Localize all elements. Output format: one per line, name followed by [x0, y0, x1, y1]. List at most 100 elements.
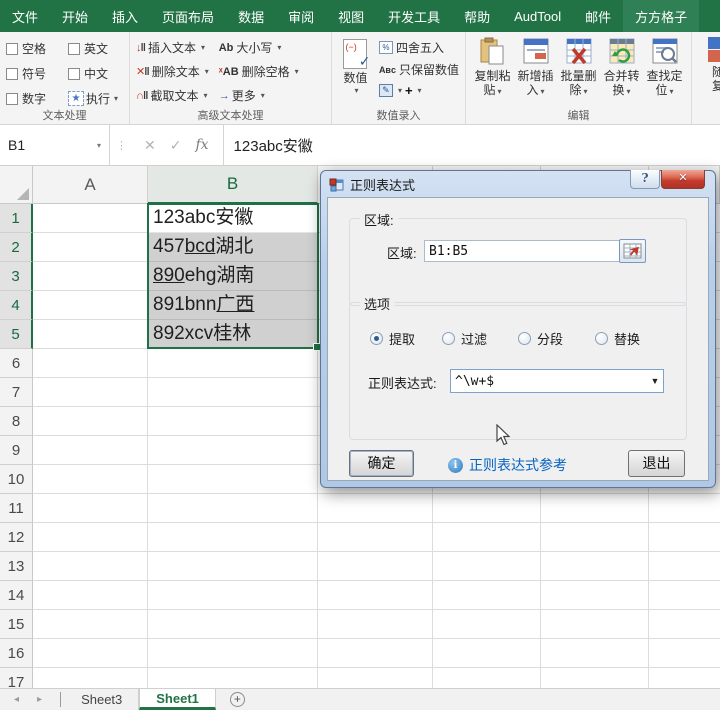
cancel-entry-icon[interactable]: ✕: [144, 137, 156, 154]
row-header[interactable]: 16: [0, 639, 33, 668]
checkbox-icon: [6, 92, 18, 105]
row-header[interactable]: 6: [0, 349, 33, 378]
name-box[interactable]: B1 ▾: [0, 125, 110, 165]
cell-b2[interactable]: 457bcd湖北: [148, 233, 318, 262]
insert-function-button[interactable]: fx: [195, 137, 208, 153]
regex-input[interactable]: [451, 370, 647, 392]
chevron-down-icon: ▾: [96, 140, 101, 150]
tab-home[interactable]: 开始: [50, 0, 100, 32]
delete-text-button[interactable]: ✕‖ 删除文本 ▾: [136, 63, 209, 80]
exit-button[interactable]: 退出: [628, 450, 685, 477]
chevron-down-icon: ▾: [540, 87, 545, 96]
keep-numbers-button[interactable]: Aʙᴄ 只保留数值: [379, 61, 459, 78]
row-header[interactable]: 17: [0, 668, 33, 688]
sheet-tab-sheet1[interactable]: Sheet1: [139, 689, 216, 710]
button-label: 四舍五入: [395, 41, 444, 55]
tab-mail[interactable]: 邮件: [573, 0, 623, 32]
tab-file[interactable]: 文件: [0, 0, 50, 32]
radio-extract[interactable]: 提取: [370, 329, 415, 348]
numeric-page-icon: (−) ✓: [343, 39, 370, 69]
batch-delete-button[interactable]: 批量删 除 ▾: [558, 37, 599, 99]
row-header[interactable]: 7: [0, 378, 33, 407]
checkbox-icon: [6, 67, 18, 80]
abc-icon: Aʙᴄ: [378, 64, 396, 75]
random-repeat-button[interactable]: 随 复: [698, 37, 720, 93]
change-case-button[interactable]: Ab 大小写 ▾: [219, 39, 299, 56]
next-sheet-icon[interactable]: ▸: [37, 694, 42, 705]
find-locate-button[interactable]: 查找定 位 ▾: [644, 37, 685, 99]
round-button[interactable]: % 四舍五入: [378, 39, 459, 56]
dialog-help-button[interactable]: ?: [630, 170, 660, 189]
row-header[interactable]: 14: [0, 581, 33, 610]
select-all-corner[interactable]: [0, 166, 33, 204]
checkbox-chinese[interactable]: 中文: [68, 65, 126, 82]
cell-b4[interactable]: 891bnn广西: [148, 291, 318, 320]
cell-b1[interactable]: 123abc安徽: [148, 204, 318, 233]
prev-sheet-icon[interactable]: ◂: [14, 694, 19, 705]
row-header[interactable]: 12: [0, 523, 33, 552]
radio-segment[interactable]: 分段: [518, 329, 563, 348]
radio-filter[interactable]: 过滤: [442, 329, 487, 348]
delete-spaces-button[interactable]: ˣAB 删除空格 ▾: [219, 63, 299, 80]
copy-paste-button[interactable]: 复制粘 贴 ▾: [472, 37, 513, 99]
ok-button[interactable]: 确定: [349, 450, 414, 477]
formula-bar-handle[interactable]: ⋮: [110, 139, 134, 152]
merge-convert-button[interactable]: 合并转 换 ▾: [601, 37, 642, 99]
checkbox-symbol[interactable]: 符号: [6, 65, 68, 82]
radio-replace[interactable]: 替换: [595, 329, 640, 348]
column-header-b[interactable]: B: [148, 166, 318, 204]
radio-selected-icon: [370, 332, 383, 345]
confirm-entry-icon[interactable]: ✓: [170, 137, 182, 154]
tab-audtool[interactable]: AudTool: [502, 0, 573, 32]
button-label-line2: 复: [712, 79, 720, 93]
stacked-squares-icon: [708, 37, 720, 62]
ribbon: 空格 英文 符号 中文 数字 ★ 执行 ▾ 文本处理 ↓‖ 插入文本 ▾ ✕‖ …: [0, 32, 720, 125]
chevron-down-icon: ▾: [354, 86, 359, 95]
numeric-value-button[interactable]: (−) ✓ 数值 ▾: [338, 37, 373, 98]
tab-insert[interactable]: 插入: [100, 0, 150, 32]
plus-icon[interactable]: +: [405, 83, 413, 98]
regex-combobox[interactable]: ▼: [450, 369, 664, 393]
tab-data[interactable]: 数据: [226, 0, 276, 32]
checkbox-digit[interactable]: 数字: [6, 90, 68, 107]
row-header[interactable]: 15: [0, 610, 33, 639]
checkbox-label: 英文: [84, 42, 109, 56]
tab-developer[interactable]: 开发工具: [376, 0, 452, 32]
checkbox-english[interactable]: 英文: [68, 40, 126, 57]
row-header[interactable]: 1: [0, 204, 33, 233]
region-input[interactable]: [424, 240, 638, 262]
row-header[interactable]: 4: [0, 291, 33, 320]
row-header[interactable]: 2: [0, 233, 33, 262]
tab-ffcell[interactable]: 方方格子: [623, 0, 700, 32]
cell-b5[interactable]: 892xcv桂林: [148, 320, 318, 349]
row-header[interactable]: 5: [0, 320, 33, 349]
regex-reference-link[interactable]: 正则表达式参考: [469, 455, 567, 475]
checkbox-space[interactable]: 空格: [6, 40, 68, 57]
add-sheet-button[interactable]: +: [216, 689, 259, 710]
more-button[interactable]: → 更多 ▾: [219, 87, 299, 104]
region-groupbox: 区域: 区域:: [349, 210, 687, 306]
column-header-a[interactable]: A: [33, 166, 148, 204]
cell-b3[interactable]: 890ehg湖南: [148, 262, 318, 291]
row-header[interactable]: 3: [0, 262, 33, 291]
execute-button[interactable]: ★ 执行 ▾: [68, 90, 126, 107]
row-header[interactable]: 13: [0, 552, 33, 581]
row-header[interactable]: 9: [0, 436, 33, 465]
tab-review[interactable]: 审阅: [276, 0, 326, 32]
tab-view[interactable]: 视图: [326, 0, 376, 32]
tab-page-layout[interactable]: 页面布局: [150, 0, 226, 32]
insert-text-button[interactable]: ↓‖ 插入文本 ▾: [136, 39, 209, 56]
table-edit-icon[interactable]: ✎: [378, 84, 393, 97]
row-header[interactable]: 8: [0, 407, 33, 436]
chevron-down-icon: ▾: [260, 91, 265, 100]
row-header[interactable]: 11: [0, 494, 33, 523]
chevron-down-icon[interactable]: ▼: [647, 376, 663, 386]
insert-new-button[interactable]: 新增插 入 ▾: [515, 37, 556, 99]
tab-help[interactable]: 帮助: [452, 0, 502, 32]
extract-text-button[interactable]: ∩‖ 截取文本 ▾: [136, 87, 209, 104]
formula-input[interactable]: 123abc安徽: [224, 135, 313, 156]
sheet-tab-sheet3[interactable]: Sheet3: [65, 689, 140, 710]
row-header[interactable]: 10: [0, 465, 33, 494]
dialog-close-button[interactable]: ✕: [661, 170, 705, 189]
range-picker-button[interactable]: [619, 239, 646, 263]
